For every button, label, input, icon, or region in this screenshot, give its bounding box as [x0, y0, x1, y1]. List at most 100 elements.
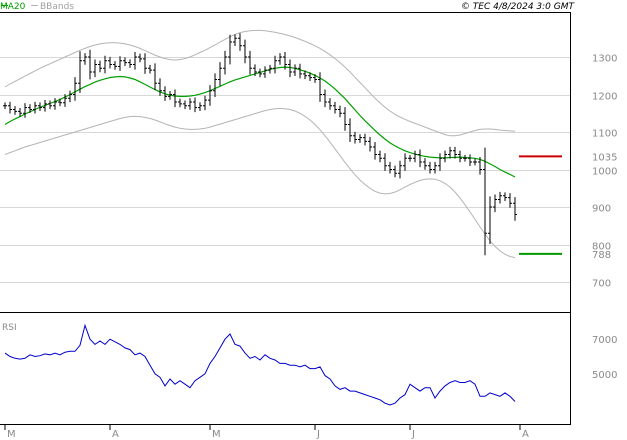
price-bar-43 — [218, 62, 222, 86]
price-tick-1200: 1200 — [592, 92, 617, 103]
price-bar-49 — [248, 50, 252, 75]
price-bar-44 — [223, 50, 227, 75]
price-bar-102 — [513, 197, 517, 221]
price-bar-80 — [403, 153, 407, 171]
price-tick-900: 900 — [592, 204, 611, 215]
price-bar-85 — [428, 161, 432, 174]
price-bar-82 — [413, 150, 417, 163]
time-axis-labels: MAMJJA — [4, 424, 529, 440]
price-bar-35 — [178, 98, 182, 108]
price-bar-68 — [343, 107, 347, 131]
price-bar-58 — [293, 64, 297, 76]
price-bar-98 — [493, 194, 497, 213]
price-bar-1 — [8, 101, 12, 114]
price-bar-86 — [433, 161, 437, 174]
price-bar-36 — [183, 100, 187, 110]
price-bar-30 — [153, 63, 157, 90]
price-bar-39 — [198, 102, 202, 111]
price-bar-91 — [458, 150, 462, 163]
price-bar-99 — [498, 191, 502, 204]
price-bar-71 — [358, 134, 362, 143]
price-bar-67 — [338, 105, 342, 118]
price-bar-84 — [423, 158, 427, 170]
price-bar-42 — [213, 73, 217, 97]
ma-legend-label: MA20 — [0, 2, 26, 12]
price-bar-52 — [263, 66, 267, 78]
price-bar-79 — [398, 160, 402, 179]
level-label-1035: 1035 — [592, 152, 617, 163]
month-label-3: J — [316, 429, 320, 440]
price-bar-21 — [108, 56, 112, 69]
price-bar-26 — [133, 51, 137, 70]
price-tick-1000: 1000 — [592, 167, 617, 178]
rsi-tick-7000: 7000 — [592, 335, 617, 346]
price-bar-59 — [298, 63, 302, 79]
price-bar-76 — [383, 153, 387, 171]
price-bar-45 — [228, 34, 232, 65]
price-bars — [3, 33, 517, 256]
month-label-2: M — [212, 429, 221, 440]
price-bar-46 — [233, 34, 237, 46]
month-label-0: M — [7, 429, 16, 440]
price-bar-65 — [328, 98, 332, 110]
price-bar-16 — [83, 53, 87, 65]
price-bar-38 — [193, 97, 197, 113]
price-bar-66 — [333, 101, 337, 114]
price-tick-700: 700 — [592, 279, 611, 290]
price-bar-14 — [73, 77, 77, 101]
price-tick-1300: 1300 — [592, 54, 617, 65]
rsi-label: RSI — [2, 323, 17, 333]
month-label-4: J — [411, 429, 415, 440]
price-bar-18 — [93, 59, 97, 78]
price-bar-75 — [378, 150, 382, 163]
copyright-label: © TEC 4/8/2024 3:0 GMT — [461, 2, 576, 12]
price-bar-17 — [88, 49, 92, 80]
price-bar-24 — [123, 57, 127, 66]
price-bar-70 — [353, 131, 357, 144]
price-bar-37 — [188, 98, 192, 110]
bbands-upper-line — [4, 29, 516, 137]
price-bar-87 — [438, 153, 442, 171]
price-bar-93 — [468, 154, 472, 166]
price-bar-10 — [53, 98, 57, 110]
price-bar-64 — [323, 89, 327, 108]
price-bar-97 — [488, 196, 492, 244]
price-bar-54 — [273, 55, 277, 74]
price-bar-2 — [13, 106, 17, 115]
price-bar-101 — [508, 193, 512, 208]
price-bar-40 — [203, 95, 207, 111]
chart-header: MA20 BBands © TEC 4/8/2024 3:0 GMT — [0, 2, 575, 12]
price-bar-22 — [113, 61, 117, 70]
price-bar-34 — [173, 89, 177, 108]
price-bar-81 — [408, 154, 412, 162]
stock-chart: MA20 BBands © TEC 4/8/2024 3:0 GMT 1300 1… — [0, 2, 617, 440]
price-bar-72 — [363, 133, 367, 146]
price-bar-20 — [103, 55, 107, 74]
price-bar-55 — [278, 53, 282, 65]
rsi-tick-5000: 5000 — [592, 370, 617, 381]
price-bar-31 — [158, 78, 162, 96]
price-bar-100 — [503, 192, 507, 201]
price-bar-96 — [483, 147, 487, 256]
price-bar-6 — [33, 101, 37, 114]
price-bar-0 — [3, 102, 7, 110]
price-bar-47 — [238, 33, 242, 51]
rsi-panel: RSI 7000 5000 — [2, 323, 617, 406]
month-label-1: A — [112, 429, 119, 440]
price-bar-4 — [23, 103, 27, 118]
price-bar-77 — [388, 161, 392, 174]
price-panel: 1300120011001000900800700 1035788 — [0, 29, 617, 290]
price-bar-90 — [453, 146, 457, 159]
price-bar-89 — [448, 146, 452, 159]
bbands-lower-line — [4, 107, 516, 259]
price-bar-73 — [368, 136, 372, 152]
price-bar-78 — [393, 165, 397, 178]
rsi-line — [4, 323, 516, 406]
level-label-788: 788 — [592, 250, 611, 261]
price-bar-48 — [243, 39, 247, 64]
price-bar-28 — [143, 53, 147, 74]
price-bar-88 — [443, 150, 447, 163]
price-bar-29 — [148, 64, 152, 74]
month-label-5: A — [522, 429, 529, 440]
price-bar-13 — [68, 90, 72, 103]
